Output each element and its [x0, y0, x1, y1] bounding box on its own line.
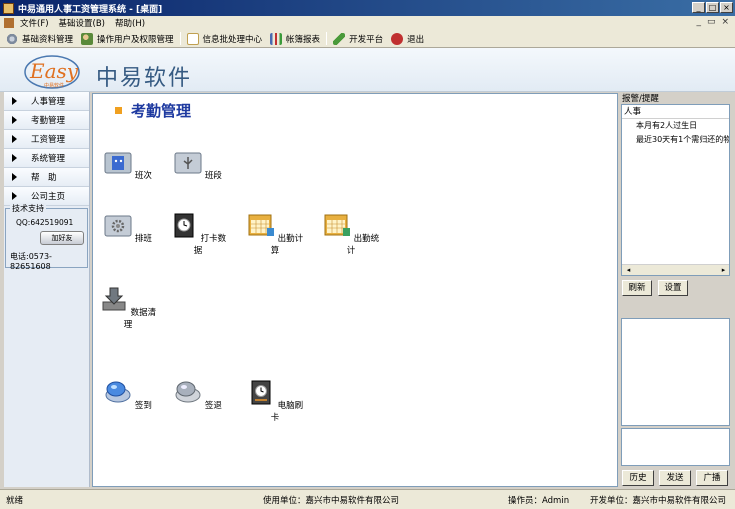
icon-shift[interactable]: 班次 [98, 149, 158, 181]
download-tray-icon [102, 287, 126, 311]
mdi-close-button[interactable]: × [721, 17, 729, 27]
mac-finder-icon [104, 152, 132, 174]
alert-row[interactable]: 本月有2人过生日 [622, 119, 729, 133]
history-button[interactable]: 历史 [622, 470, 654, 486]
menu-file[interactable]: 文件(F) [20, 17, 49, 29]
arrow-right-icon [12, 97, 17, 105]
alert-list: 人事 本月有2人过生日 最近30天有1个需归还的物 ◂ ▸ [621, 104, 730, 276]
gear-icon [6, 32, 18, 45]
arrow-right-icon [12, 135, 17, 143]
nav-item-attendance[interactable]: 考勤管理 [4, 111, 89, 130]
left-nav: 人事管理 考勤管理 工资管理 系统管理 帮 助 公司主页 技术支持 QQ:642… [4, 92, 90, 487]
easy-logo-icon: Easy 中易软件 [24, 55, 80, 89]
nav-item-personnel[interactable]: 人事管理 [4, 92, 89, 111]
close-button[interactable]: × [720, 2, 733, 13]
icon-punch-data[interactable]: 打卡数据 [168, 212, 228, 256]
tool-reports[interactable]: 帐簿报表 [268, 32, 322, 45]
sign-in-icon [105, 381, 131, 403]
menu-basic-settings[interactable]: 基础设置(B) [59, 17, 105, 29]
tech-support-title: 技术支持 [10, 203, 46, 214]
app-icon [3, 2, 14, 14]
status-ready: 就绪 [6, 496, 24, 506]
menu-help[interactable]: 帮助(H) [115, 17, 145, 29]
calendar-icon [248, 214, 274, 236]
minimize-button[interactable]: _ [692, 2, 705, 13]
svg-text:Easy: Easy [29, 59, 79, 83]
arrow-right-icon [12, 154, 17, 162]
status-dev-unit: 开发单位：嘉兴市中易软件有限公司 [590, 496, 727, 506]
maximize-button[interactable]: □ [706, 2, 719, 13]
toolbar: 基础资料管理 操作用户及权限管理 信息批处理中心 帐簿报表 开发平台 退出 [0, 30, 735, 48]
svg-text:中易软件: 中易软件 [44, 82, 64, 89]
mdi-controls: _ ▭ × [696, 17, 729, 27]
gear-folder-icon [104, 215, 132, 237]
tool-basic-data[interactable]: 基础资料管理 [4, 32, 75, 45]
alert-row[interactable]: 最近30天有1个需归还的物 [622, 133, 729, 147]
nav-item-payroll[interactable]: 工资管理 [4, 130, 89, 149]
icon-pc-card-swipe[interactable]: 电脑刷卡 [245, 379, 305, 423]
icon-sign-in[interactable]: 签到 [98, 379, 158, 411]
menu-bar: 文件(F) 基础设置(B) 帮助(H) _ ▭ × [0, 16, 735, 30]
usb-icon [174, 152, 202, 174]
nav-item-system[interactable]: 系统管理 [4, 149, 89, 168]
bar-chart-icon [270, 32, 283, 45]
arrow-right-icon [12, 173, 17, 181]
mdi-minimize-button[interactable]: _ [696, 17, 701, 27]
main-panel: 考勤管理 班次 班段 排班 打卡数据 出勤计算 出勤统计 数据清理 签到 签退 … [92, 93, 618, 487]
alert-panel-title: 报警/提醒 [622, 94, 659, 104]
support-phone: 电话:0573-82651608 [10, 252, 52, 271]
icon-data-cleanup[interactable]: 数据清理 [98, 286, 158, 330]
exit-icon [391, 32, 404, 45]
tool-user-permissions[interactable]: 操作用户及权限管理 [79, 32, 176, 45]
arrow-right-icon [12, 116, 17, 124]
title-bar: 中易通用人事工资管理系统 - [桌面] _ □ × [0, 0, 735, 16]
broadcast-button[interactable]: 广播 [696, 470, 728, 486]
pen-icon [333, 32, 346, 45]
brand-header: Easy 中易软件 中易软件 [0, 48, 735, 92]
tool-batch-center[interactable]: 信息批处理中心 [185, 32, 265, 45]
clock-card-icon [251, 380, 271, 405]
icon-scheduling[interactable]: 排班 [98, 212, 158, 244]
nav-item-help[interactable]: 帮 助 [4, 168, 89, 187]
clock-icon [174, 213, 194, 238]
status-operator: 操作员：Admin [508, 496, 570, 506]
arrow-right-icon [12, 192, 17, 200]
brand-name: 中易软件 [96, 66, 193, 91]
mdi-restore-button[interactable]: ▭ [707, 17, 716, 27]
alert-category[interactable]: 人事 [622, 105, 729, 119]
page-title: 考勤管理 [115, 100, 191, 121]
mdi-document-icon[interactable] [4, 18, 14, 28]
tech-support-box: 技术支持 QQ:642519091 加好友 电话:0573-82651608 [5, 203, 88, 271]
icon-shift-segment[interactable]: 班段 [168, 149, 228, 181]
add-qq-friend-button[interactable]: 加好友 [40, 231, 84, 245]
qq-number: QQ:642519091 [16, 218, 74, 227]
icon-attendance-calc[interactable]: 出勤计算 [245, 212, 305, 256]
horizontal-scrollbar[interactable]: ◂ ▸ [622, 264, 729, 275]
send-button[interactable]: 发送 [659, 470, 691, 486]
window-controls: _ □ × [692, 2, 733, 13]
settings-button[interactable]: 设置 [658, 280, 688, 296]
alert-panel: 报警/提醒 人事 本月有2人过生日 最近30天有1个需归还的物 ◂ ▸ 刷新 设… [620, 92, 733, 487]
icon-attendance-stats[interactable]: 出勤统计 [321, 212, 381, 256]
document-icon [186, 32, 199, 45]
message-history-box [621, 318, 730, 426]
refresh-button[interactable]: 刷新 [622, 280, 652, 296]
status-bar: 就绪 使用单位：嘉兴市中易软件有限公司 操作员：Admin 开发单位：嘉兴市中易… [0, 489, 735, 509]
users-icon [81, 32, 94, 45]
title-bullet-icon [115, 107, 122, 114]
calendar-stats-icon [324, 214, 350, 236]
scroll-right-icon[interactable]: ▸ [719, 266, 728, 275]
window-title: 中易通用人事工资管理系统 - [桌面] [18, 4, 163, 15]
sign-out-icon [175, 381, 201, 403]
scroll-left-icon[interactable]: ◂ [624, 266, 633, 275]
tool-dev-platform[interactable]: 开发平台 [331, 32, 385, 45]
tool-exit[interactable]: 退出 [389, 32, 426, 45]
status-user-unit: 使用单位：嘉兴市中易软件有限公司 [263, 496, 400, 506]
icon-sign-out[interactable]: 签退 [168, 379, 228, 411]
message-input-box[interactable] [621, 428, 730, 466]
